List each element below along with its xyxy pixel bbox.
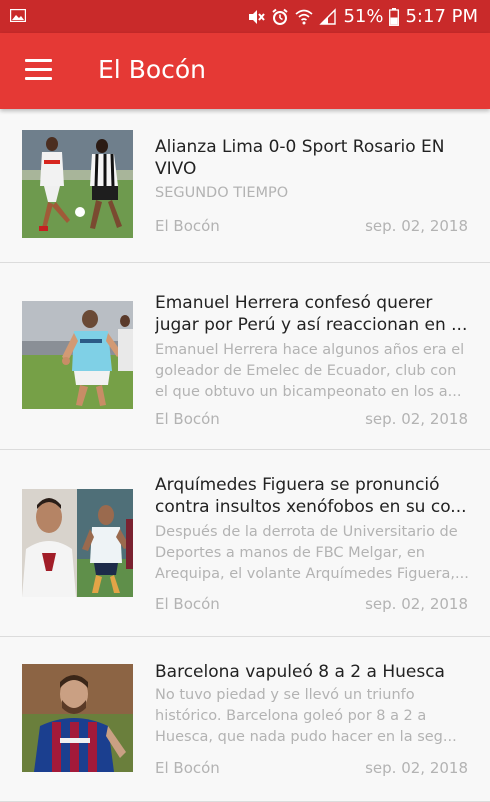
- image-icon: [10, 9, 26, 22]
- article-headline: Barcelona vapuleó 8 a 2 a Huesca: [155, 662, 445, 682]
- article-thumbnail: [22, 489, 133, 597]
- battery-icon: [389, 7, 400, 26]
- alarm-icon: [272, 8, 289, 25]
- article-summary: Emanuel Herrera hace algunos años era el…: [155, 342, 465, 400]
- status-bar: 51% 5:17 PM: [0, 0, 490, 33]
- battery-percentage: 51%: [343, 6, 384, 27]
- article-date: sep. 02, 2018: [365, 759, 468, 777]
- signal-icon: [319, 7, 337, 25]
- article-meta: El Bocón sep. 02, 2018: [155, 410, 468, 428]
- article-headline: Emanuel Herrera confesó querer jugar por…: [155, 293, 468, 335]
- article-source: El Bocón: [155, 410, 220, 428]
- article-date: sep. 02, 2018: [365, 595, 468, 613]
- article-source: El Bocón: [155, 217, 220, 235]
- article-list: Alianza Lima 0-0 Sport Rosario EN VIVO S…: [0, 109, 490, 802]
- article-date: sep. 02, 2018: [365, 217, 468, 235]
- clock: 5:17 PM: [405, 6, 478, 27]
- article-thumbnail: [22, 301, 133, 409]
- article-item[interactable]: Emanuel Herrera confesó querer jugar por…: [0, 263, 490, 450]
- article-item[interactable]: Barcelona vapuleó 8 a 2 a Huesca No tuvo…: [0, 637, 490, 802]
- app-bar: El Bocón: [0, 33, 490, 109]
- article-item[interactable]: Arquímedes Figuera se pronunció contra i…: [0, 450, 490, 637]
- article-date: sep. 02, 2018: [365, 410, 468, 428]
- article-headline: Arquímedes Figuera se pronunció contra i…: [155, 475, 467, 517]
- article-summary: Después de la derrota de Universitario d…: [155, 524, 469, 582]
- mute-icon: [249, 9, 266, 24]
- article-item[interactable]: Alianza Lima 0-0 Sport Rosario EN VIVO S…: [0, 109, 490, 263]
- article-summary: No tuvo piedad y se llevó un triunfo his…: [155, 687, 457, 745]
- wifi-icon: [295, 9, 313, 24]
- article-thumbnail: [22, 130, 133, 238]
- article-meta: El Bocón sep. 02, 2018: [155, 217, 468, 235]
- article-source: El Bocón: [155, 759, 220, 777]
- article-summary: SEGUNDO TIEMPO: [155, 185, 289, 201]
- article-source: El Bocón: [155, 595, 220, 613]
- article-meta: El Bocón sep. 02, 2018: [155, 595, 468, 613]
- article-meta: El Bocón sep. 02, 2018: [155, 759, 468, 777]
- hamburger-menu-icon[interactable]: [25, 59, 52, 81]
- app-title: El Bocón: [98, 55, 207, 84]
- article-headline: Alianza Lima 0-0 Sport Rosario EN VIVO: [155, 137, 445, 179]
- article-thumbnail: [22, 664, 133, 772]
